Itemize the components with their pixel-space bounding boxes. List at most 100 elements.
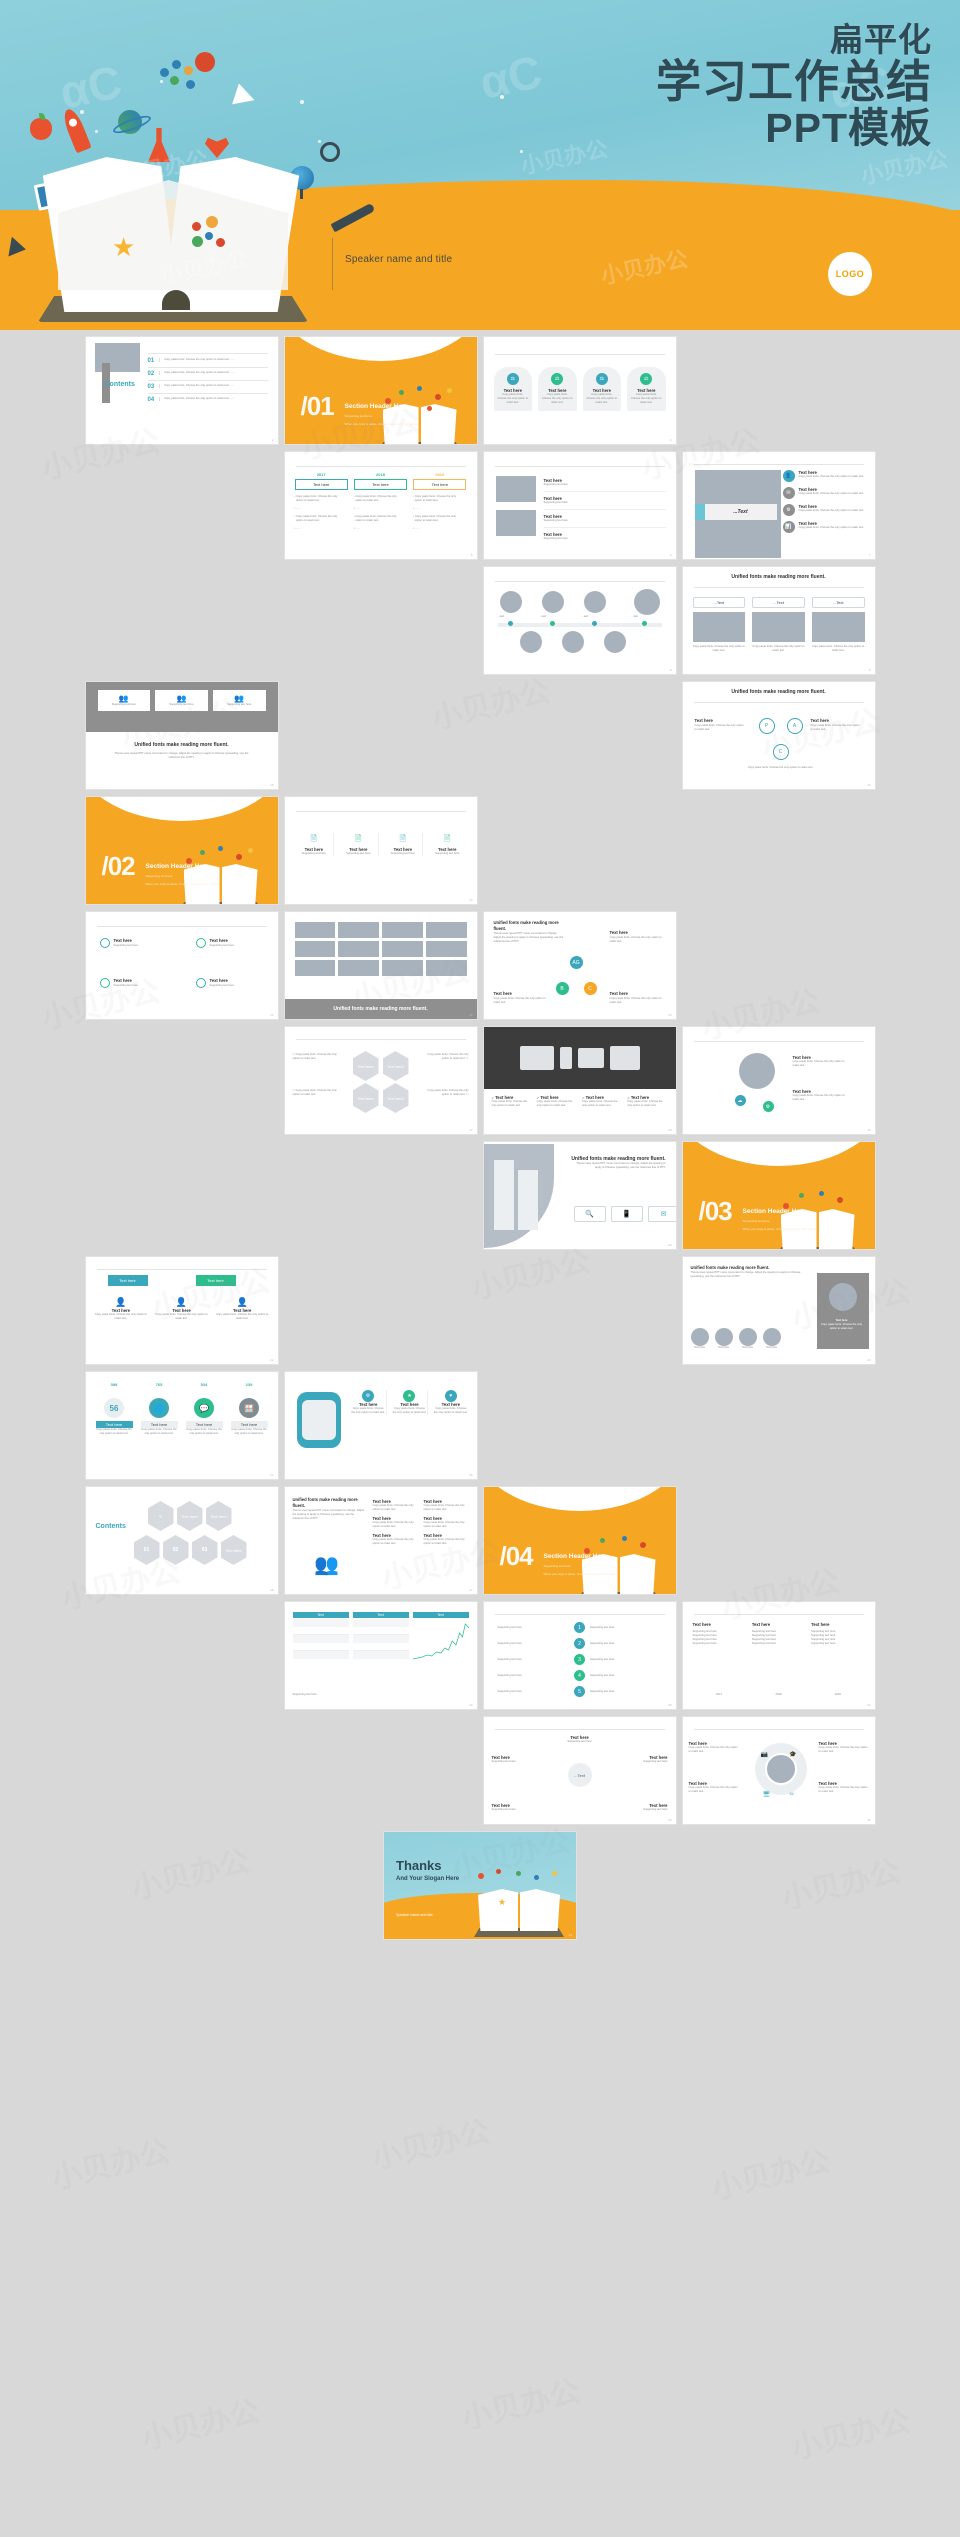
slide-thumbnail-three-column-lists[interactable]: Text here Supporting text here Supportin… [681, 1601, 876, 1710]
slide-thumbnail-image-mosaic[interactable]: Unified fonts make reading more fluent. … [283, 911, 478, 1020]
node-badge[interactable]: AG [569, 956, 583, 969]
node-circle[interactable] [603, 631, 626, 653]
card[interactable]: ⚖ Text here Copy paste fonts. Choose the… [627, 367, 666, 411]
card[interactable]: 👤 Text here Copy paste fonts. Choose the o… [154, 1297, 209, 1321]
hex-node[interactable]: ✎ [147, 1501, 174, 1531]
bullet-item[interactable]: Text here Supporting text here [195, 978, 234, 988]
search-icon[interactable]: 🔍 [573, 1206, 606, 1222]
slide-thumbnail-devices-mockup[interactable]: ✔ Text here Copy paste fonts. Choose the … [482, 1026, 677, 1135]
phone-icon[interactable]: 📱 [610, 1206, 643, 1222]
hex-node[interactable]: Text here [382, 1051, 409, 1081]
list-item[interactable]: Supporting text here 1 Supporting text her… [498, 1622, 662, 1633]
slide-thumbnail-node-diagram[interactable]: Text here Supporting text here ...Text Te… [482, 1716, 677, 1825]
slide-thumbnail-zigzag-circles[interactable]: ...text ...text ...text ...text 8 [482, 566, 677, 675]
node-badge[interactable]: B [555, 982, 569, 995]
slide-thumbnail-org-tree[interactable]: Unified fonts make reading more fluent. … [681, 681, 876, 790]
column[interactable]: 🗎 Text here Supporting text here [295, 833, 334, 856]
hex-node[interactable]: Text here [220, 1535, 247, 1565]
slide-thumbnail-four-tombstone-cards[interactable]: ⚖ Text here Copy paste fonts. Choose the… [482, 336, 677, 445]
slide-thumbnail-hexagon-cluster[interactable]: ⬡ Copy paste fonts. Choose the only opti… [283, 1026, 478, 1135]
circle-item[interactable]: Text here [714, 1328, 733, 1350]
card[interactable]: ...Text Copy paste fonts. Choose the onl… [752, 597, 805, 653]
feature-item[interactable]: ✔ Text here Copy paste fonts. Choose the … [537, 1095, 577, 1108]
card[interactable]: ...Text Copy paste fonts. Choose the onl… [692, 597, 746, 653]
slide-thumbnail-contents-list[interactable]: Contents 01 Copy paste fonts. Choose the… [84, 336, 279, 445]
hex-node[interactable]: 02 [162, 1535, 189, 1565]
column[interactable]: ★ Text here Copy paste fonts. Choose the o… [392, 1390, 429, 1415]
slide-thumbnail-section-header-02[interactable]: /02 Section Header Here Supporting text … [84, 796, 279, 905]
slide-thumbnail-four-circle-row[interactable]: Unified fonts make reading more fluent. … [681, 1256, 876, 1365]
slide-thumbnail-dark-band-three-cols[interactable]: 👥 Supporting text here 👥 Supporting text… [84, 681, 279, 790]
slide-thumbnail-image-plus-icon-list[interactable]: ...Text 👤 Text here Copy paste fonts. Cho… [681, 451, 876, 560]
card[interactable]: ⚖ Text here Copy paste fonts. Choose the… [582, 367, 621, 411]
node-badge[interactable]: C [583, 982, 597, 995]
list-item[interactable]: Text here Copy paste fonts. Choose the on… [424, 1516, 469, 1529]
card[interactable]: ⚖ Text here Copy paste fonts. Choose the… [538, 367, 577, 411]
list-item[interactable]: Supporting text here 3 Supporting text her… [498, 1654, 662, 1665]
card[interactable]: ...Text Copy paste fonts. Choose the onl… [811, 597, 865, 653]
slide-thumbnail-four-icon-columns[interactable]: 🗎 Text here Supporting text here 🗎 Text … [283, 796, 478, 905]
slide-thumbnail-section-header-04[interactable]: /04 Section Header Here Supporting text … [482, 1486, 677, 1595]
hex-node[interactable]: Text here [382, 1083, 409, 1113]
list-item[interactable]: Supporting text here 5 Supporting text her… [498, 1686, 662, 1697]
column[interactable]: ♥ Text here Copy paste fonts. Choose the o… [433, 1390, 468, 1415]
hex-node[interactable]: 01 [133, 1535, 160, 1565]
main-circle[interactable] [738, 1053, 775, 1089]
slide-thumbnail-numbered-list[interactable]: Supporting text here 1 Supporting text her… [482, 1601, 677, 1710]
card[interactable]: 👤 Text here Copy paste fonts. Choose the o… [215, 1297, 270, 1321]
stat-card[interactable]: 💬 Text here Copy paste fonts. Choose the… [185, 1398, 223, 1436]
hex-node[interactable]: Text here [205, 1501, 232, 1531]
slide-thumbnail-three-image-cards[interactable]: Unified fonts make reading more fluent. … [681, 566, 876, 675]
tab-chip[interactable]: Text here [107, 1275, 148, 1286]
node-circle[interactable] [633, 589, 660, 615]
list-item[interactable]: Text here Copy paste fonts. Choose the on… [373, 1533, 418, 1546]
circle-item[interactable]: Text here [690, 1328, 709, 1350]
timeline-chip[interactable]: Text here [413, 479, 467, 490]
slide-thumbnail-triangle-diagram[interactable]: Unified fonts make reading more fluent. … [482, 911, 677, 1020]
node-circle[interactable] [541, 591, 564, 613]
column[interactable]: 🗎 Text here Supporting text here [339, 833, 379, 856]
slide-thumbnail-thanks[interactable]: Thanks And Your Slogan Here Speaker name… [383, 1831, 577, 1940]
node-circle[interactable] [583, 591, 606, 613]
bullet-item[interactable]: Text here Supporting text here [99, 978, 138, 988]
column[interactable]: 🗎 Text here Supporting text here [384, 833, 423, 856]
list-item[interactable]: Text here Copy paste fonts. Choose the on… [373, 1516, 418, 1529]
slide-thumbnail-two-image-blocks[interactable]: Text here Supporting text here Text here… [482, 451, 677, 560]
node-circle-a[interactable]: A [786, 718, 803, 734]
slide-thumbnail-people-illustration[interactable]: Unified fonts make reading more fluent. … [283, 1486, 478, 1595]
column[interactable]: 🗎 Text here Supporting text here [428, 833, 467, 856]
slide-thumbnail-circle-node-map[interactable]: Text here Copy paste fonts. Choose the on… [681, 1026, 876, 1135]
slide-thumbnail-hex-contents[interactable]: Contents ✎ Text here Text here 01 02 03 … [84, 1486, 279, 1595]
timeline-chip[interactable]: Text here [294, 479, 348, 490]
hex-node[interactable]: Text here [352, 1051, 379, 1081]
node-circle-p[interactable]: P [758, 718, 775, 734]
mail-icon[interactable]: ✉ [647, 1206, 676, 1222]
circle-item[interactable]: Text here [738, 1328, 757, 1350]
slide-thumbnail-donut-segments[interactable]: Text here Copy paste fonts. Choose the on… [681, 1716, 876, 1825]
hex-node[interactable]: 03 [191, 1535, 218, 1565]
node-circle-c[interactable]: C [772, 744, 789, 760]
stat-card[interactable]: 🌐 Text here Copy paste fonts. Choose the… [140, 1398, 178, 1436]
stat-card[interactable]: 56 Text here Copy paste fonts. Choose th… [95, 1398, 133, 1436]
list-item[interactable]: Text here Copy paste fonts. Choose the on… [373, 1499, 418, 1512]
column[interactable]: ⚙ Text here Copy paste fonts. Choose the o… [351, 1390, 387, 1415]
bullet-item[interactable]: Text here Supporting text here [195, 938, 234, 948]
slide-thumbnail-year-timeline[interactable]: 2017 Text here • Copy paste fonts. Choos… [283, 451, 478, 560]
list-item[interactable]: Text here Copy paste fonts. Choose the on… [424, 1533, 469, 1546]
feature-item[interactable]: ✔ Text here Copy paste fonts. Choose the … [492, 1095, 532, 1108]
center-node[interactable]: ...Text [567, 1763, 592, 1787]
slide-thumbnail-metric-icons[interactable]: 398 765 534 239 56 Text here Copy paste … [84, 1371, 279, 1480]
card[interactable]: 👥 Supporting text here [212, 690, 266, 711]
card[interactable]: ⚖ Text here Copy paste fonts. Choose the… [493, 367, 532, 411]
list-item[interactable]: Supporting text here 4 Supporting text her… [498, 1670, 662, 1681]
card[interactable]: 👥 Supporting text here [97, 690, 151, 711]
slide-thumbnail-smartwatch-mockup[interactable]: ⚙ Text here Copy paste fonts. Choose the o… [283, 1371, 478, 1480]
bullet-item[interactable]: Text here Supporting text here [99, 938, 138, 948]
slide-thumbnail-three-person-cards[interactable]: Text here Text here 👤 Text here Copy paste… [84, 1256, 279, 1365]
slide-thumbnail-circle-bullets-grid[interactable]: Text here Supporting text here Text here S… [84, 911, 279, 1020]
timeline-chip[interactable]: Text here [353, 479, 408, 490]
feature-item[interactable]: ✔ Text here Copy paste fonts. Choose the … [627, 1095, 667, 1108]
feature-item[interactable]: ✔ Text here Copy paste fonts. Choose the … [582, 1095, 622, 1108]
hex-node[interactable]: Text here [176, 1501, 203, 1531]
list-item[interactable]: Text here Copy paste fonts. Choose the on… [424, 1499, 469, 1512]
